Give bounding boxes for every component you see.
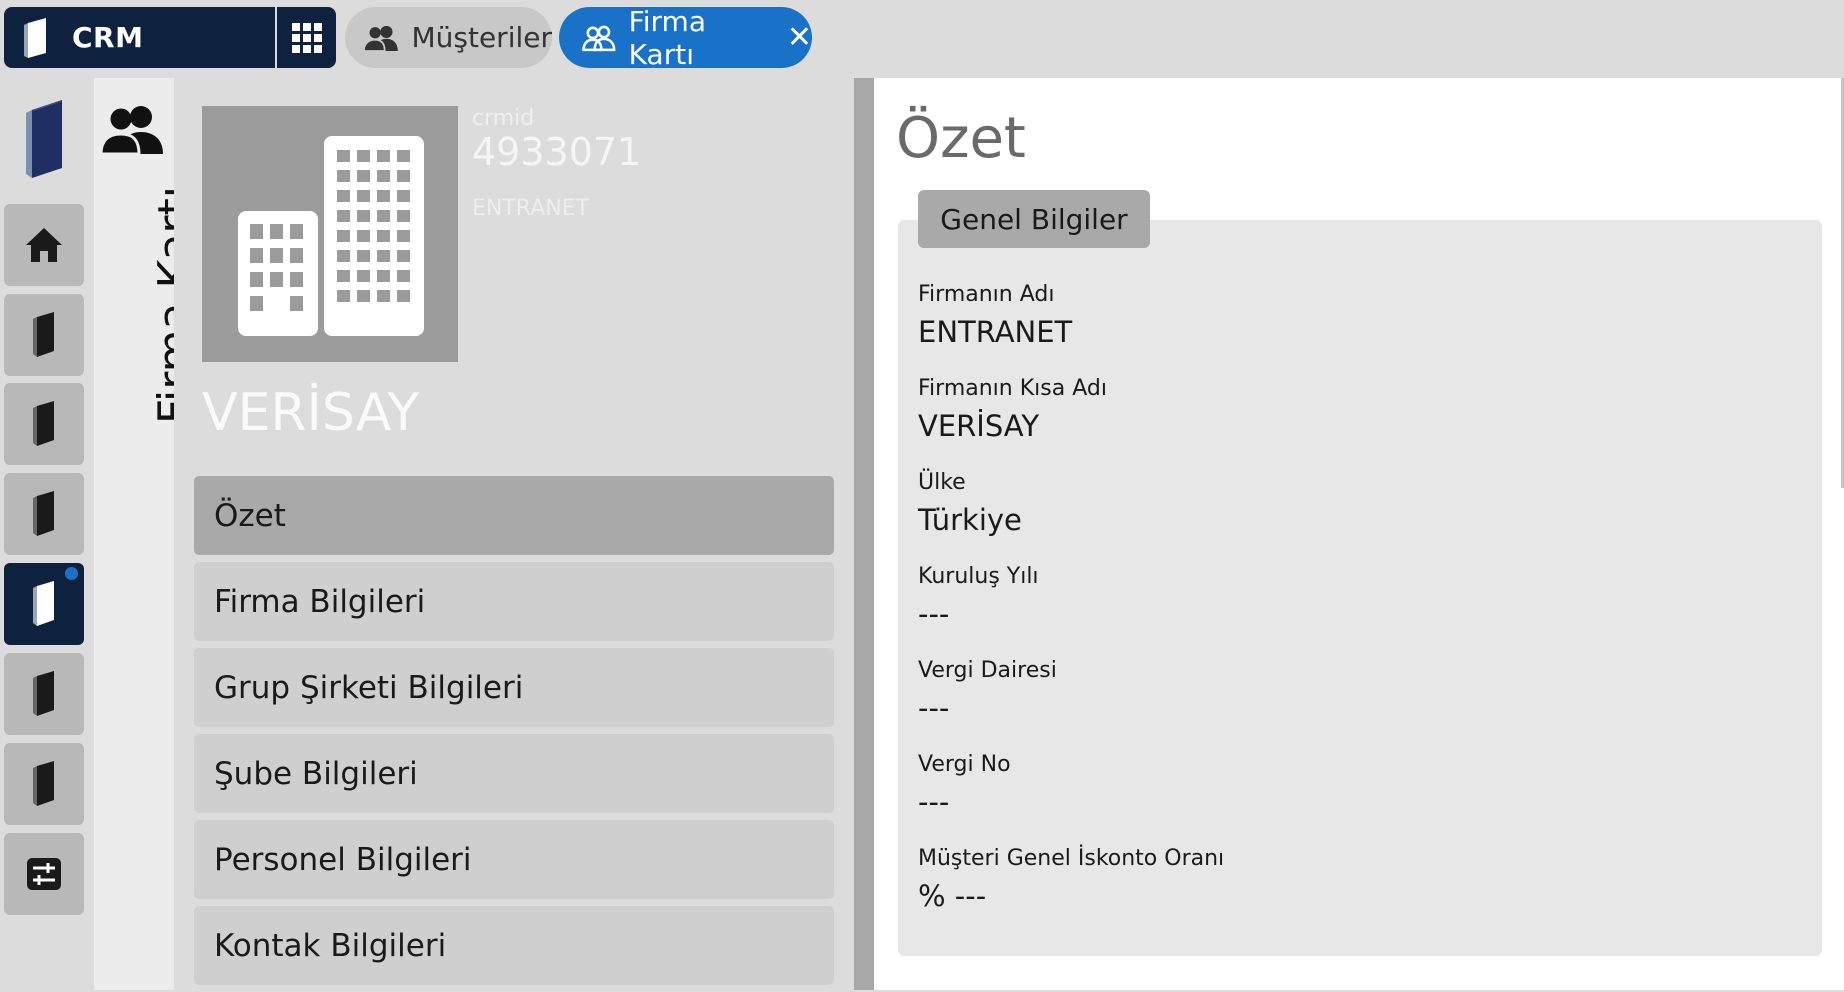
general-info-tab[interactable]: Genel Bilgiler (918, 190, 1150, 248)
field-company-name: Firmanın Adı ENTRANET (918, 282, 1072, 349)
company-image (202, 106, 458, 362)
left-rail (0, 78, 94, 990)
rail-module-button-3[interactable] (4, 473, 84, 555)
apps-grid-button[interactable] (277, 7, 336, 68)
field-label: Müşteri Genel İskonto Oranı (918, 846, 1225, 871)
tab-customers[interactable]: Müşteriler (345, 7, 552, 68)
menu-item-branch-info[interactable]: Şube Bilgileri (194, 734, 834, 813)
book-icon (33, 401, 54, 446)
buildings-icon (238, 136, 424, 336)
menu-item-company-info[interactable]: Firma Bilgileri (194, 562, 834, 641)
field-country: Ülke Türkiye (918, 470, 1022, 537)
field-value: VERİSAY (918, 409, 1040, 443)
field-value: --- (918, 597, 950, 631)
rail-module-button-5[interactable] (4, 653, 84, 735)
book-icon (33, 671, 54, 716)
users-icon (363, 25, 398, 52)
menu-item-contact-info[interactable]: Kontak Bilgileri (194, 906, 834, 985)
app-title: CRM (72, 21, 144, 54)
close-icon[interactable]: ✕ (787, 22, 812, 53)
notification-dot (65, 567, 78, 580)
home-icon (26, 228, 62, 262)
tab-company-card[interactable]: Firma Kartı ✕ (559, 4, 812, 71)
book-icon (33, 761, 54, 806)
menu-item-group-company-info[interactable]: Grup Şirketi Bilgileri (194, 648, 834, 727)
crm-logo-icon (24, 17, 46, 58)
field-label: Vergi Dairesi (918, 658, 1057, 683)
rail-module-button-2[interactable] (4, 383, 84, 465)
crm-id-value: 4933071 (472, 130, 642, 174)
field-value: ENTRANET (918, 315, 1073, 349)
company-section-menu: Özet Firma Bilgileri Grup Şirketi Bilgil… (194, 476, 834, 992)
app-logo-icon (26, 100, 62, 178)
field-label: Firmanın Kısa Adı (918, 376, 1107, 401)
field-value: --- (918, 691, 950, 725)
menu-item-summary[interactable]: Özet (194, 476, 834, 555)
users-icon (582, 25, 616, 51)
field-tax-office: Vergi Dairesi --- (918, 658, 1057, 725)
rail-module-button-6[interactable] (4, 743, 84, 825)
rail-settings-button[interactable] (4, 833, 84, 915)
menu-item-personnel-info[interactable]: Personel Bilgileri (194, 820, 834, 899)
page-title-strip: Firma Kartı (94, 78, 200, 990)
book-icon (33, 491, 54, 536)
crm-id-label: crmid (472, 106, 535, 131)
tab-company-card-label: Firma Kartı (628, 4, 706, 71)
field-value: % --- (918, 879, 987, 913)
company-panel: crmid 4933071 ENTRANET VERİSAY Özet Firm… (174, 78, 874, 992)
field-label: Vergi No (918, 752, 1011, 777)
tab-customers-label: Müşteriler (411, 21, 552, 54)
field-value: Türkiye (918, 503, 1022, 537)
rail-home-button[interactable] (4, 204, 84, 286)
top-bar: CRM Müşteriler Firma Kartı ✕ (0, 0, 1844, 78)
book-icon (33, 581, 54, 626)
field-label: Kuruluş Yılı (918, 564, 1039, 589)
field-discount-rate: Müşteri Genel İskonto Oranı % --- (918, 846, 1224, 913)
summary-title: Özet (896, 106, 1026, 171)
field-value: --- (918, 785, 950, 819)
company-name: VERİSAY (202, 383, 420, 443)
app-header[interactable]: CRM (4, 7, 275, 68)
field-company-short-name: Firmanın Kısa Adı VERİSAY (918, 376, 1107, 443)
company-short-code: ENTRANET (472, 196, 590, 221)
field-label: Ülke (918, 470, 966, 495)
rail-module-button-1[interactable] (4, 294, 84, 376)
rail-module-button-active[interactable] (4, 563, 84, 645)
field-tax-number: Vergi No --- (918, 752, 1011, 819)
field-founding-year: Kuruluş Yılı --- (918, 564, 1039, 631)
sliders-icon (27, 858, 61, 890)
users-icon (99, 106, 163, 156)
grid-icon (291, 22, 322, 53)
summary-panel: Özet Genel Bilgiler Firmanın Adı ENTRANE… (874, 78, 1844, 990)
panel-scrollbar[interactable] (854, 78, 874, 990)
field-label: Firmanın Adı (918, 282, 1055, 307)
book-icon (33, 312, 54, 357)
